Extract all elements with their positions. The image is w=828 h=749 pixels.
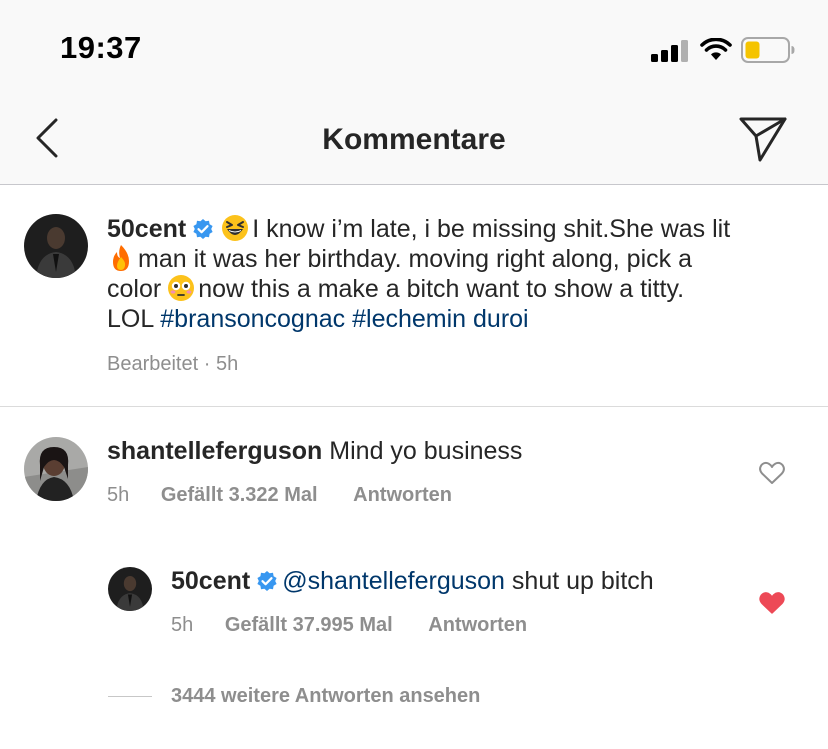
comment-text: shantelleferguson Mind yo business [107, 436, 747, 466]
comment-username[interactable]: shantelleferguson [107, 437, 322, 465]
verified-icon [193, 219, 213, 239]
view-more-replies-button[interactable]: 3444 weitere Antworten ansehen [171, 685, 480, 708]
caption-username[interactable]: 50cent [107, 215, 186, 243]
reply-likes[interactable]: Gefällt 37.995 Mal [225, 614, 393, 636]
cellular-signal-icon [651, 40, 688, 62]
caption-line-4: LOL [107, 305, 154, 333]
avatar[interactable] [24, 437, 88, 501]
reply-text: 50cent @shantelleferguson shut up bitch [171, 566, 751, 596]
comment-meta: 5h Gefällt 3.322 Mal Antworten [107, 484, 452, 507]
caption-text: 50cent I know i’m late, i be missing shit… [107, 214, 797, 334]
reply-button[interactable]: Antworten [353, 484, 452, 506]
comment-time: 5h [107, 484, 130, 506]
mention-link[interactable]: @shantelleferguson [282, 567, 505, 595]
fire-emoji [113, 245, 129, 271]
reply-username[interactable]: 50cent [171, 567, 250, 595]
navigation-bar: Kommentare [0, 96, 828, 185]
flushed-emoji [168, 275, 195, 301]
status-bar: 19:37 [0, 0, 828, 96]
verified-icon [257, 571, 277, 591]
caption-line-2: man it was her birthday. moving right al… [138, 245, 692, 273]
comment-body: Mind yo business [329, 437, 523, 465]
comment-likes[interactable]: Gefällt 3.322 Mal [161, 484, 318, 506]
divider [0, 406, 828, 407]
status-time: 19:37 [60, 30, 142, 65]
avatar[interactable] [24, 214, 88, 278]
hashtag-link[interactable]: #lechemin duroi [352, 305, 529, 333]
heart-filled-icon[interactable] [759, 591, 785, 615]
reply-time: 5h [171, 614, 194, 636]
battery-icon [741, 37, 795, 63]
page-title: Kommentare [322, 123, 506, 156]
reply-body: shut up bitch [511, 567, 654, 595]
hashtag-link[interactable]: #bransoncognac [160, 305, 345, 333]
send-icon[interactable] [736, 114, 790, 164]
caption-line-3-prefix: color [107, 275, 162, 303]
avatar[interactable] [108, 567, 152, 611]
reply-meta: 5h Gefällt 37.995 Mal Antworten [171, 614, 527, 637]
grinning-squint-emoji [222, 215, 249, 241]
caption-meta: Bearbeitet · 5h [107, 353, 239, 375]
caption-line-3: now this a make a bitch want to show a t… [198, 275, 685, 303]
caption-line-1: I know i’m late, i be missing shit.She w… [252, 215, 731, 243]
replies-divider-line [108, 696, 152, 697]
reply-button[interactable]: Antworten [428, 614, 527, 636]
heart-icon[interactable] [759, 461, 785, 485]
wifi-icon [700, 38, 732, 60]
